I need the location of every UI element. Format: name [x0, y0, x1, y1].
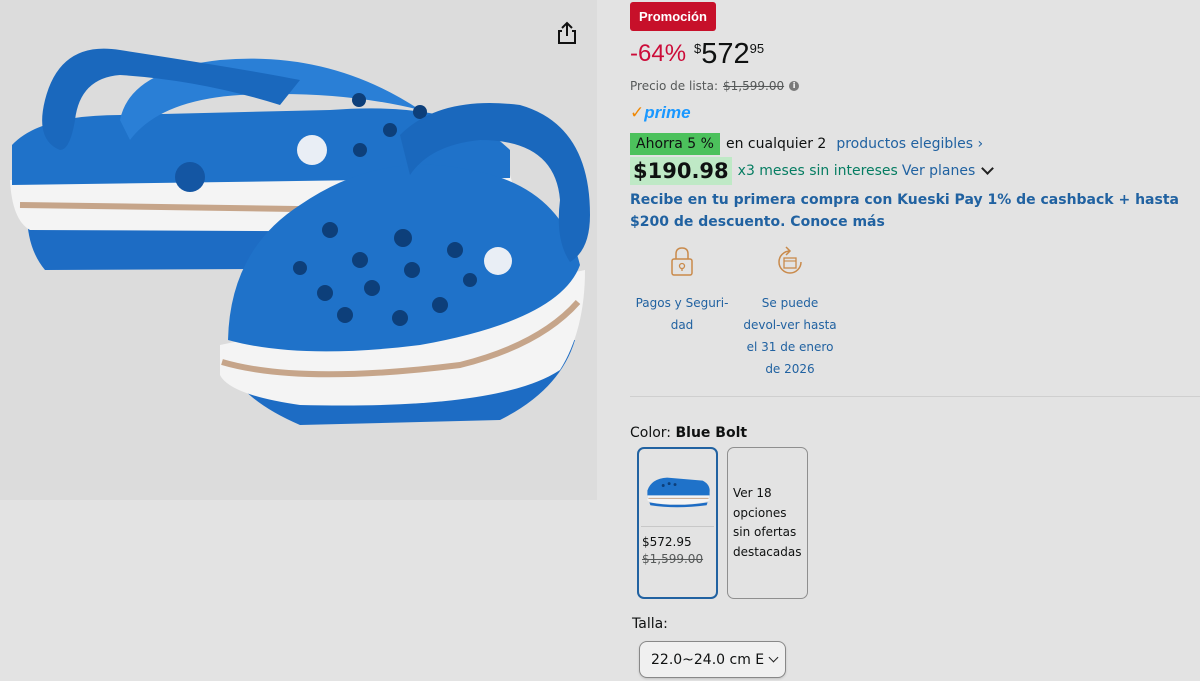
chevron-down-icon: [768, 652, 779, 663]
size-value: 22.0~24.0 cm E: [651, 651, 765, 668]
feature-label-payments: Pagos y Seguri-dad: [635, 296, 729, 332]
price-whole: 572: [701, 38, 750, 70]
prime-check-icon: ✓: [630, 103, 645, 123]
size-dropdown[interactable]: 22.0~24.0 cm E: [639, 641, 786, 678]
installment-text: x3 meses sin intereses: [737, 163, 898, 179]
savings-badge: Ahorra 5 %: [630, 133, 720, 155]
swatch-price: $572.95: [642, 535, 692, 549]
list-price-value: $1,599.00: [723, 79, 785, 93]
size-label: Talla:: [632, 616, 668, 632]
info-icon[interactable]: i: [789, 81, 800, 91]
savings-row: Ahorra 5 % en cualquier 2 productos eleg…: [630, 133, 983, 155]
price-row: -64% $ 572 95: [630, 36, 764, 72]
share-icon: [558, 21, 576, 44]
more-options-text: Ver 18 opciones sin ofertas destacadas: [733, 486, 802, 559]
list-price-label: Precio de lista:: [630, 79, 719, 93]
lock-icon: [671, 247, 693, 276]
chevron-down-icon: [981, 162, 995, 175]
share-button[interactable]: [554, 20, 580, 46]
view-plans-link[interactable]: Ver planes: [901, 157, 995, 185]
feature-icons: Pagos y Seguri-dad Se puede devol-ver ha…: [630, 244, 842, 380]
swatch-thumbnail: [641, 477, 714, 527]
color-label-prefix: Color:: [630, 425, 672, 441]
kueski-promo-link[interactable]: Recibe en tu primera compra con Kueski P…: [630, 189, 1200, 233]
return-icon: [778, 246, 802, 274]
eligible-products-link[interactable]: productos elegibles ›: [836, 133, 983, 155]
feature-secure-payments[interactable]: Pagos y Seguri-dad: [630, 244, 734, 380]
product-image-panel[interactable]: [0, 0, 597, 500]
color-swatch-blue-bolt[interactable]: $572.95 $1,599.00: [637, 447, 718, 599]
view-plans-label: Ver planes: [901, 163, 976, 179]
installments-row: $190.98 x3 meses sin intereses Ver plane…: [630, 157, 995, 185]
color-label: Color: Blue Bolt: [630, 423, 747, 443]
discount-percent: -64%: [630, 40, 687, 67]
section-divider: [630, 396, 1200, 397]
color-name: Blue Bolt: [675, 425, 748, 441]
installment-price: $190.98: [630, 157, 732, 185]
price-fraction: 95: [749, 41, 765, 56]
feature-label-returns: Se puede devol-ver hasta el 31 de enero …: [743, 296, 837, 376]
product-details: Promoción -64% $ 572 95 Precio de lista:…: [630, 0, 1200, 681]
product-image: [10, 48, 590, 425]
promo-badge: Promoción: [630, 2, 716, 31]
prime-badge: ✓ prime: [630, 102, 691, 124]
more-color-options[interactable]: Ver 18 opciones sin ofertas destacadas: [727, 447, 808, 599]
currency-symbol: $: [694, 41, 702, 56]
list-price-row: Precio de lista: $1,599.00 i: [630, 78, 800, 94]
feature-returns[interactable]: Se puede devol-ver hasta el 31 de enero …: [738, 244, 842, 380]
swatch-list-price: $1,599.00: [642, 552, 704, 566]
prime-label: prime: [644, 103, 691, 122]
savings-text: en cualquier 2: [725, 136, 827, 152]
